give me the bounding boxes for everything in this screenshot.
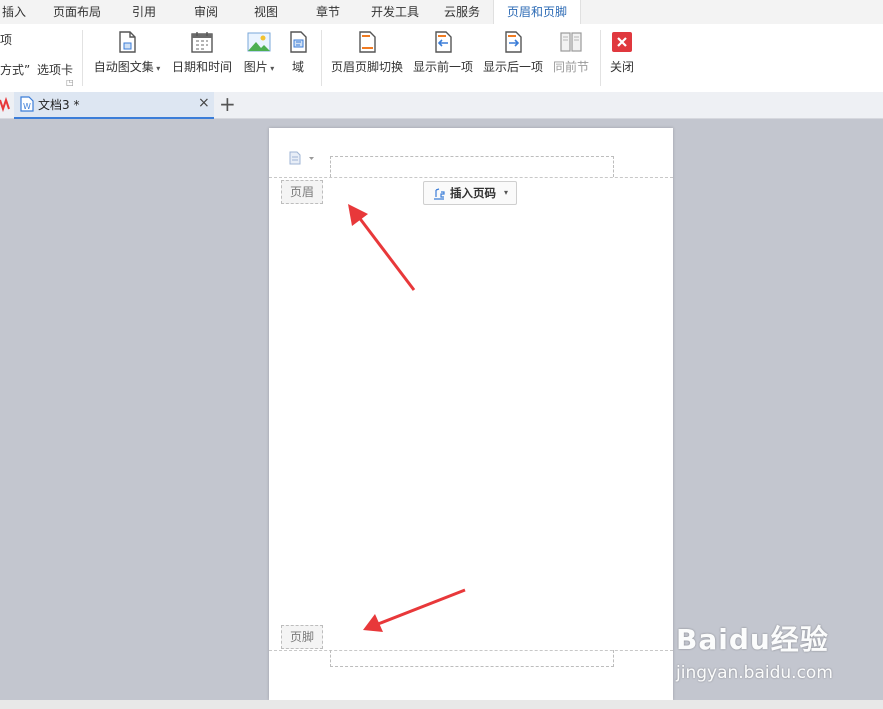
status-bar bbox=[0, 700, 883, 709]
baidu-watermark: Baidu经验 jingyan.baidu.com bbox=[676, 624, 833, 684]
annotation-arrow-header bbox=[348, 204, 416, 291]
watermark-url: jingyan.baidu.com bbox=[676, 663, 833, 683]
watermark-brand: Baidu经验 bbox=[676, 623, 829, 656]
annotation-arrow-footer bbox=[363, 588, 466, 632]
annotation-arrows bbox=[348, 204, 466, 632]
